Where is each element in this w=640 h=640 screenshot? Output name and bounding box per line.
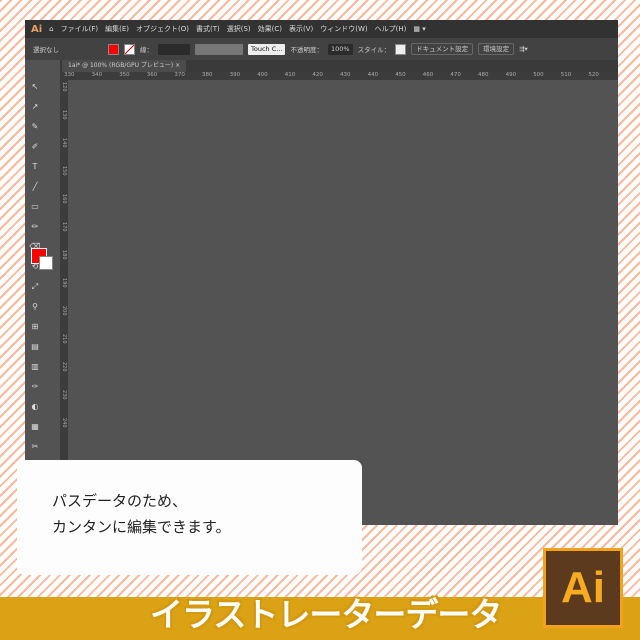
- ruler-tick: 440: [367, 72, 379, 78]
- style-swatch[interactable]: [395, 43, 407, 55]
- document-tabs: 1ai* @ 100% (RGB/GPU プレビュー) ×: [60, 60, 618, 72]
- ruler-tick: 470: [450, 72, 461, 78]
- tool-icon[interactable]: ◐: [28, 401, 42, 413]
- banner-title: イラストレーターデータ: [150, 595, 502, 634]
- tool-icon[interactable]: ⤢: [28, 281, 42, 293]
- ruler-tick: 410: [284, 72, 296, 78]
- home-icon[interactable]: ⌂: [49, 25, 53, 33]
- workspace-icon[interactable]: ▦ ▾: [413, 25, 425, 33]
- ruler-tick: 400: [257, 72, 268, 78]
- ruler-tick: 160: [61, 194, 67, 204]
- ruler-tick: 230: [61, 390, 67, 400]
- menu-file[interactable]: ファイル(F): [61, 24, 99, 34]
- menu-view[interactable]: 表示(V): [289, 24, 313, 34]
- ruler-tick: 240: [61, 418, 67, 428]
- menu-window[interactable]: ウィンドウ(W): [320, 24, 367, 34]
- ruler-tick: 330: [64, 72, 75, 78]
- menu-select[interactable]: 選択(S): [227, 24, 251, 34]
- tool-icon[interactable]: ╱: [28, 181, 42, 193]
- opacity-field[interactable]: 100%: [327, 43, 353, 55]
- tool-icon[interactable]: ✎: [28, 121, 42, 133]
- stroke-width-field[interactable]: [158, 43, 190, 55]
- ruler-tick: 490: [505, 72, 517, 78]
- tools-panel: ↖↗✎✐T╱▭✏⌫⟲⤢⚲⊞▤▥✑◐▦✂✋🔍↔: [25, 60, 60, 525]
- menu-help[interactable]: ヘルプ(H): [375, 24, 407, 34]
- tool-icon[interactable]: T: [28, 161, 42, 173]
- ruler-tick: 140: [61, 138, 67, 148]
- ruler-tick: 390: [229, 72, 241, 78]
- ruler-tick: 170: [61, 222, 67, 232]
- tool-icon[interactable]: ⚲: [28, 301, 42, 313]
- menu-bar: Ai ⌂ ファイル(F) 編集(E) オブジェクト(O) 書式(T) 選択(S)…: [25, 20, 618, 38]
- document-setup-button[interactable]: ドキュメント設定: [411, 43, 474, 55]
- ruler-tick: 370: [174, 72, 185, 78]
- tool-icon[interactable]: ↖: [28, 81, 42, 93]
- variable-width-field[interactable]: [195, 43, 243, 55]
- caption-line-1: パスデータのため、: [52, 492, 188, 510]
- tool-icon[interactable]: ✐: [28, 141, 42, 153]
- menu-effect[interactable]: 効果(C): [258, 24, 282, 34]
- tool-icon[interactable]: ⊞: [28, 321, 42, 333]
- ruler-tick: 220: [61, 362, 67, 372]
- ruler-tick: 350: [119, 72, 130, 78]
- ruler-tick: 510: [560, 72, 572, 78]
- tool-icon[interactable]: ✏: [28, 221, 42, 233]
- ruler-tick: 420: [312, 72, 323, 78]
- tool-icon[interactable]: ▦: [28, 421, 42, 433]
- tool-icon[interactable]: ▭: [28, 201, 42, 213]
- brush-field[interactable]: Touch C...: [248, 43, 286, 55]
- ruler-tick: 480: [478, 72, 489, 78]
- stroke-color-swatch[interactable]: [39, 256, 53, 270]
- ruler-tick: 210: [61, 334, 67, 344]
- menu-type[interactable]: 書式(T): [196, 24, 220, 34]
- tab-label: 1ai* @ 100% (RGB/GPU プレビュー): [68, 62, 174, 69]
- illustrator-window: Ai ⌂ ファイル(F) 編集(E) オブジェクト(O) 書式(T) 選択(S)…: [25, 20, 618, 525]
- ruler-tick: 520: [588, 72, 599, 78]
- ruler-tick: 450: [395, 72, 406, 78]
- caption-box: パスデータのため、 カンタンに編集できます。: [17, 460, 362, 575]
- opacity-label: 不透明度：: [290, 46, 323, 54]
- tool-icon[interactable]: ✑: [28, 381, 42, 393]
- menu-edit[interactable]: 編集(E): [105, 24, 129, 34]
- ruler-tick: 190: [61, 278, 67, 288]
- ruler-tick: 200: [61, 306, 67, 316]
- ruler-tick: 120: [61, 82, 67, 92]
- selection-status: 選択なし: [33, 46, 59, 54]
- preferences-button[interactable]: 環境設定: [478, 43, 515, 55]
- stroke-swatch[interactable]: [124, 43, 135, 55]
- tool-icon[interactable]: ✂: [28, 441, 42, 453]
- ruler-tick: 340: [91, 72, 103, 78]
- vertical-ruler: 120 130 140 150 160 170 180 190 200 210 220 230 240: [60, 80, 68, 525]
- menu-object[interactable]: オブジェクト(O): [136, 24, 189, 34]
- ruler-tick: 460: [422, 72, 434, 78]
- arrange-icon[interactable]: ⇶▾: [519, 45, 528, 53]
- app-logo: Ai: [31, 23, 43, 35]
- ruler-tick: 360: [146, 72, 158, 78]
- stroke-label: 線：: [140, 46, 153, 54]
- ruler-tick: 500: [533, 72, 544, 78]
- ruler-tick: 130: [61, 110, 67, 120]
- close-icon[interactable]: ×: [175, 62, 180, 69]
- ruler-tick: 150: [61, 166, 67, 176]
- tool-icon[interactable]: ▥: [28, 361, 42, 373]
- style-label: スタイル：: [357, 46, 391, 54]
- control-bar: 選択なし 線： Touch C... 不透明度： 100% スタイル： ドキュメ…: [25, 38, 618, 60]
- illustrator-logo: Ai: [543, 548, 623, 628]
- caption-line-2: カンタンに編集できます。: [52, 518, 231, 536]
- tool-icon[interactable]: ▤: [28, 341, 42, 353]
- tool-icon[interactable]: ↗: [28, 101, 42, 113]
- fill-swatch[interactable]: [108, 43, 119, 55]
- horizontal-ruler: 330 340 350 360 370 380 390 400 410 420 430 440 450 4…: [60, 72, 618, 80]
- ruler-tick: 180: [61, 250, 67, 260]
- ruler-tick: 380: [202, 72, 213, 78]
- ruler-tick: 430: [340, 72, 351, 78]
- document-tab[interactable]: 1ai* @ 100% (RGB/GPU プレビュー) ×: [62, 60, 187, 72]
